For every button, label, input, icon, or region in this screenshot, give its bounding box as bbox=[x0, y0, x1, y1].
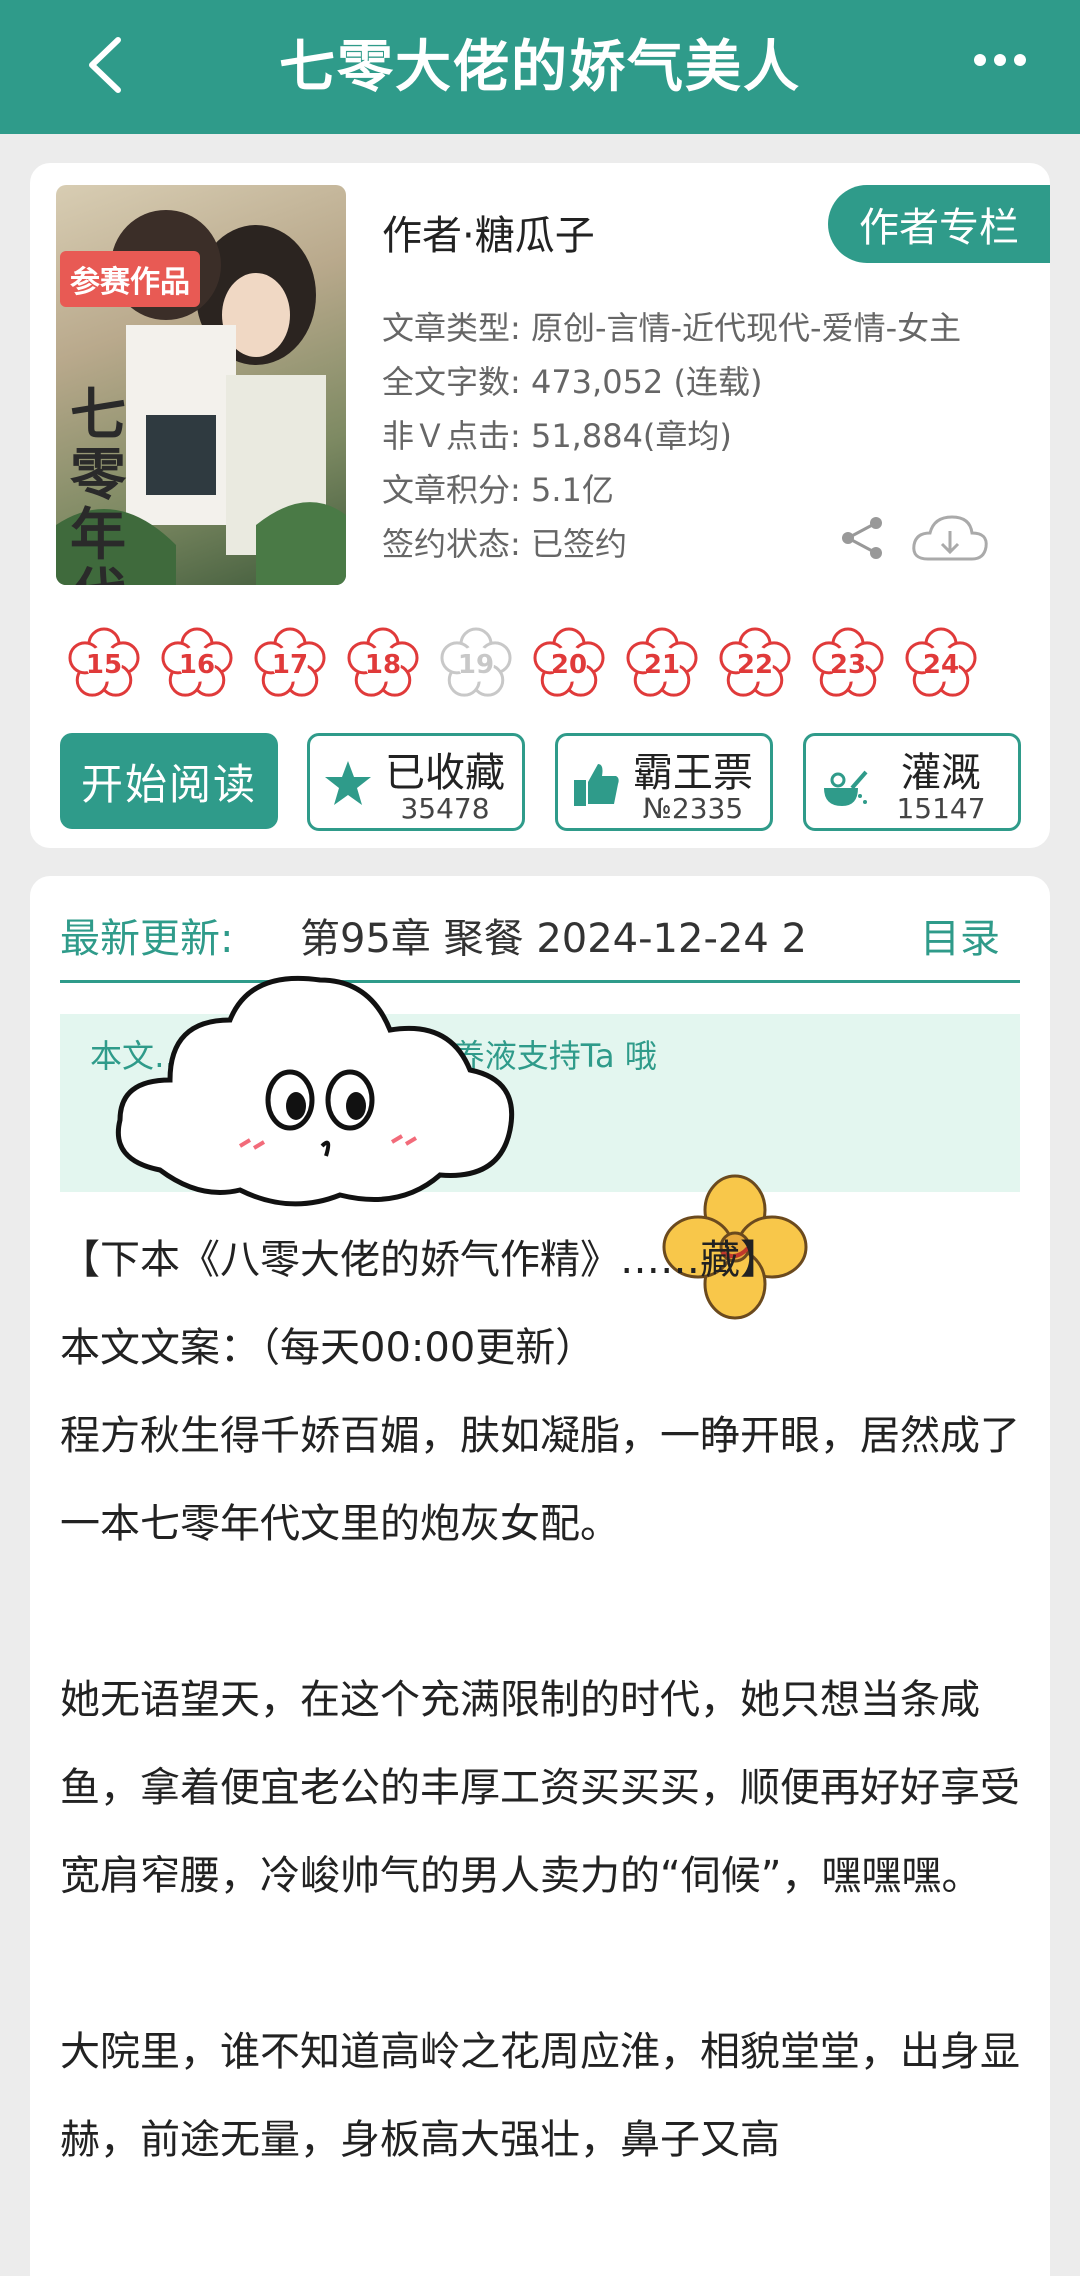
thumbs-up-icon bbox=[574, 764, 619, 806]
collect-count: 35478 bbox=[400, 792, 490, 825]
watering-can-icon bbox=[824, 770, 868, 806]
flower-badge-number: 21 bbox=[644, 650, 680, 680]
flower-badge-number: 18 bbox=[365, 650, 401, 680]
flower-badge: 21 bbox=[626, 627, 698, 697]
synopsis-text: 【下本《八零大佬的娇气作精》……藏】 本文文案：（每天00:00更新） 程方秋生… bbox=[60, 1216, 1020, 2184]
ticket-button[interactable]: 霸王票 №2335 bbox=[555, 733, 773, 831]
content-card: 最新更新: 第95章 聚餐 2024-12-24 2 目录 本文……作品，快投雷… bbox=[30, 876, 1050, 2276]
collect-label: 已收藏 bbox=[385, 750, 505, 796]
flower-badge: 20 bbox=[533, 627, 605, 697]
synopsis-heading: 本文文案：（每天00:00更新） bbox=[60, 1325, 596, 1371]
water-count: 15147 bbox=[896, 792, 986, 825]
download-cloud-icon[interactable] bbox=[910, 511, 990, 567]
cover-title: 七零年代大佬的 bbox=[70, 382, 126, 585]
collect-button[interactable]: 已收藏 35478 bbox=[307, 733, 525, 831]
latest-update-label: 最新更新: bbox=[60, 916, 234, 962]
flower-badge: 19 bbox=[440, 627, 512, 697]
flower-badge-number: 15 bbox=[86, 650, 122, 680]
top-bar: 七零大佬的娇气美人 bbox=[0, 0, 1080, 134]
cloud-sticker-icon bbox=[115, 975, 515, 1207]
contest-tag: 参赛作品 bbox=[60, 251, 200, 307]
author-column-button[interactable]: 作者专栏 bbox=[828, 185, 1050, 263]
meta-type: 文章类型: 原创-言情-近代现代-爱情-女主 bbox=[382, 309, 962, 347]
book-info-card: 参赛作品 七零年代大佬的 作者·糖瓜子 作者专栏 文章类型: 原创-言情-近代现… bbox=[30, 163, 1050, 848]
synopsis-paragraph: 她无语望天，在这个充满限制的时代，她只想当条咸鱼，拿着便宜老公的丰厚工资买买买，… bbox=[60, 1677, 1020, 1899]
flower-badge-row: 15 16 17 18 19 20 21 22 23 24 bbox=[64, 623, 1050, 703]
flower-badge: 15 bbox=[68, 627, 140, 697]
star-icon bbox=[325, 761, 371, 805]
flower-badge: 18 bbox=[347, 627, 419, 697]
ticket-rank: №2335 bbox=[642, 792, 744, 825]
next-book-line[interactable]: 【下本《八零大佬的娇气作精》……藏】 bbox=[60, 1216, 1020, 1304]
meta-score: 文章积分: 5.1亿 bbox=[382, 471, 614, 509]
flower-badge: 16 bbox=[161, 627, 233, 697]
water-label: 灌溉 bbox=[901, 750, 981, 796]
flower-badge: 17 bbox=[254, 627, 326, 697]
start-reading-button[interactable]: 开始阅读 bbox=[60, 733, 278, 829]
page-title: 七零大佬的娇气美人 bbox=[279, 35, 801, 100]
flower-badge-number: 16 bbox=[179, 650, 215, 680]
synopsis-paragraph: 程方秋生得千娇百媚，肤如凝脂，一睁开眼，居然成了一本七零年代文里的炮灰女配。 bbox=[60, 1413, 1020, 1547]
author-name[interactable]: 作者·糖瓜子 bbox=[382, 203, 595, 261]
flower-badge-number: 24 bbox=[923, 650, 959, 680]
flower-badge: 23 bbox=[812, 627, 884, 697]
flower-badge-number: 22 bbox=[737, 650, 773, 680]
latest-chapter-link[interactable]: 第95章 聚餐 2024-12-24 2 bbox=[300, 906, 900, 964]
flower-badge-number: 17 bbox=[272, 650, 308, 680]
flower-badge-number: 23 bbox=[830, 650, 866, 680]
more-options-icon[interactable] bbox=[972, 48, 1028, 72]
book-cover[interactable]: 参赛作品 七零年代大佬的 bbox=[56, 185, 346, 585]
water-button[interactable]: 灌溉 15147 bbox=[803, 733, 1021, 831]
meta-word-count: 全文字数: 473,052 (连载) bbox=[382, 363, 763, 401]
share-icon[interactable] bbox=[838, 513, 888, 563]
flower-badge-number: 19 bbox=[458, 650, 494, 680]
flower-badge: 24 bbox=[905, 627, 977, 697]
meta-clicks: 非Ｖ点击: 51,884(章均) bbox=[382, 417, 732, 455]
ticket-label: 霸王票 bbox=[633, 750, 753, 796]
table-of-contents-link[interactable]: 目录 bbox=[920, 906, 1000, 964]
synopsis-paragraph: 大院里，谁不知道高岭之花周应淮，相貌堂堂，出身显赫，前途无量，身板高大强壮，鼻子… bbox=[60, 2029, 1020, 2163]
flower-badge: 22 bbox=[719, 627, 791, 697]
flower-badge-number: 20 bbox=[551, 650, 587, 680]
